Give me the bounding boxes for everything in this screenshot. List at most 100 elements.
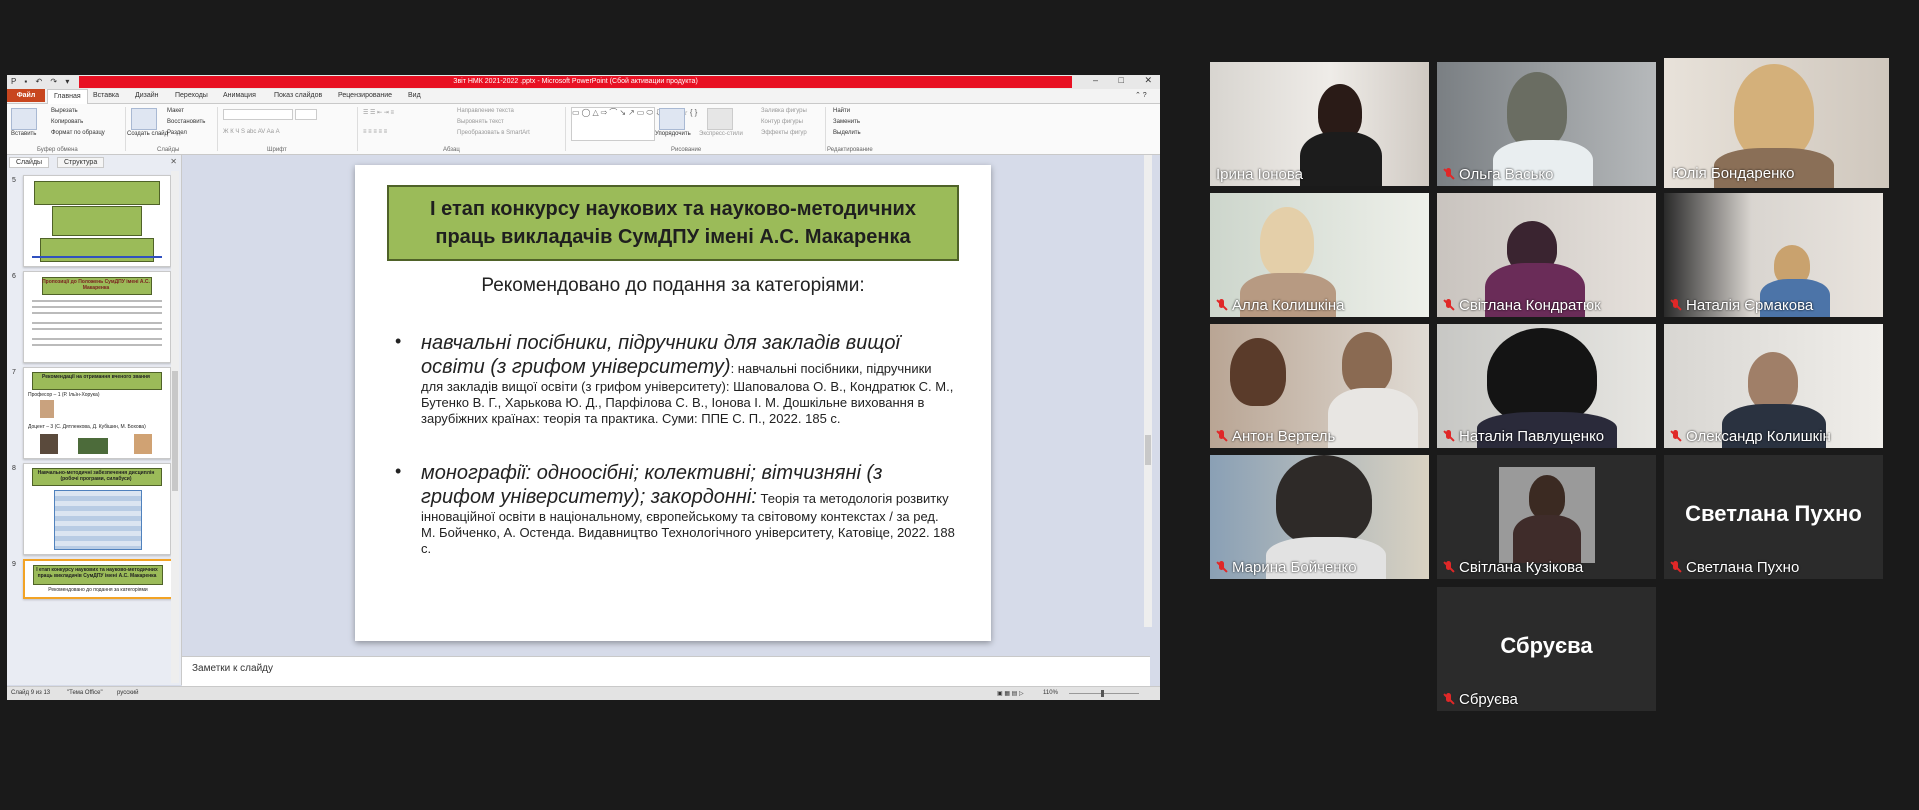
group-divider xyxy=(357,107,358,151)
tab-animation[interactable]: Анимация xyxy=(223,90,256,102)
view-buttons[interactable]: ▣ ▦ ▤ ▷ xyxy=(997,690,1024,697)
powerpoint-window: P ▪ ↶ ↷ ▾ Звіт НМК 2021-2022 .pptx - Mic… xyxy=(7,75,1160,700)
participant-tile[interactable]: Світлана Кузікова xyxy=(1437,455,1656,579)
participant-tile[interactable]: Алла Колишкіна xyxy=(1210,193,1429,317)
thumb-text-line xyxy=(32,338,162,340)
new-slide-icon[interactable] xyxy=(131,108,157,130)
font-size-input[interactable] xyxy=(295,109,317,120)
quick-styles-button[interactable]: Экспресс-стили xyxy=(699,131,743,137)
zoom-level[interactable]: 110% xyxy=(1043,690,1058,696)
arrange-icon[interactable] xyxy=(659,108,685,130)
participant-tile[interactable]: Олександр Колишкін xyxy=(1664,324,1883,448)
slides-scrollbar[interactable] xyxy=(171,171,179,683)
align-text-button[interactable]: Выровнять текст xyxy=(457,119,504,125)
theme-name[interactable]: "Тема Office" xyxy=(67,690,103,696)
shape-outline-button[interactable]: Контур фигуры xyxy=(761,119,803,125)
slide-editor: І етап конкурсу наукових та науково-мето… xyxy=(182,155,1150,641)
thumb-link-line xyxy=(32,256,162,258)
zoom-slider-knob[interactable] xyxy=(1101,690,1104,697)
find-button[interactable]: Найти xyxy=(833,108,850,114)
copy-button[interactable]: Копировать xyxy=(51,119,83,125)
tab-outline[interactable]: Структура xyxy=(57,157,105,168)
participant-tile[interactable]: Ольга Васько xyxy=(1437,62,1656,186)
participant-tile[interactable]: Наталія Павлущенко xyxy=(1437,324,1656,448)
maximize-button[interactable]: □ xyxy=(1119,75,1124,85)
tab-design[interactable]: Дизайн xyxy=(135,90,159,102)
thumb-green-box xyxy=(40,238,154,262)
current-slide[interactable]: І етап конкурсу наукових та науково-мето… xyxy=(355,165,991,641)
quick-styles-icon[interactable] xyxy=(707,108,733,130)
font-format-buttons[interactable]: Ж К Ч S abc AV Aa А xyxy=(223,129,280,135)
minimize-button[interactable]: – xyxy=(1093,75,1098,85)
new-slide-button[interactable]: Создать слайд xyxy=(127,131,168,137)
participant-tile[interactable]: Марина Бойченко xyxy=(1210,455,1429,579)
participant-tile[interactable]: Наталія Єрмакова xyxy=(1664,193,1883,317)
text-direction-button[interactable]: Направление текста xyxy=(457,108,514,114)
participant-tile[interactable]: Антон Вертель xyxy=(1210,324,1429,448)
bullet-monographs[interactable]: • монографії: одноосібні; колективні; ві… xyxy=(395,461,955,557)
tab-view[interactable]: Вид xyxy=(408,90,421,102)
participant-tile[interactable]: Ірина Іонова xyxy=(1210,62,1429,186)
shapes-gallery[interactable]: ▭◯△⇨⌒↘↗▭⬭⇩⇧◇☆{} xyxy=(571,107,697,141)
slides-group-label: Слайды xyxy=(157,147,180,153)
bullet-dot: • xyxy=(395,461,402,481)
slide-subtitle[interactable]: Рекомендовано до подання за категоріями: xyxy=(355,275,991,297)
tab-transitions[interactable]: Переходы xyxy=(175,90,208,102)
group-divider xyxy=(825,107,826,151)
paragraph-group-label: Абзац xyxy=(443,147,460,153)
arrange-button[interactable]: Упорядочить xyxy=(655,131,691,137)
language-indicator[interactable]: русский xyxy=(117,690,139,696)
group-divider xyxy=(217,107,218,151)
slide-thumbnail-7[interactable]: Рекомендації на отримання вченого звання… xyxy=(23,367,171,459)
paste-icon[interactable] xyxy=(11,108,37,130)
notes-pane[interactable]: Заметки к слайду xyxy=(182,656,1150,686)
format-painter-button[interactable]: Формат по образцу xyxy=(51,130,105,136)
close-button[interactable]: ✕ xyxy=(1144,75,1152,85)
editor-scrollbar[interactable] xyxy=(1144,155,1152,627)
help-icon[interactable]: ⌃ ? xyxy=(1135,90,1147,102)
layout-button[interactable]: Макет xyxy=(167,108,184,114)
close-icon[interactable]: ✕ xyxy=(170,157,177,166)
window-controls[interactable]: – □ ✕ xyxy=(1093,75,1152,86)
section-button[interactable]: Раздел xyxy=(167,130,187,136)
zoom-slider[interactable] xyxy=(1069,693,1139,694)
pane-tabs: Слайды Структура ✕ xyxy=(9,157,179,169)
thumb-photo xyxy=(40,434,58,454)
participant-tile-active-speaker[interactable]: Юлія Бондаренко xyxy=(1664,58,1889,188)
font-name-input[interactable] xyxy=(223,109,293,120)
paste-button[interactable]: Вставить xyxy=(11,131,36,137)
scrollbar-thumb[interactable] xyxy=(1145,435,1151,465)
slide-thumbnail-9[interactable]: І етап конкурсу наукових та науково-мето… xyxy=(23,559,173,599)
notes-placeholder: Заметки к слайду xyxy=(192,663,273,674)
shape-effects-button[interactable]: Эффекты фигур xyxy=(761,130,807,136)
bullet-textbooks[interactable]: • навчальні посібники, підручники для за… xyxy=(395,331,955,427)
participant-tile[interactable]: Світлана Кондратюк xyxy=(1437,193,1656,317)
tab-review[interactable]: Рецензирование xyxy=(338,90,392,102)
participant-tile[interactable]: Сбруєва Сбруєва xyxy=(1437,587,1656,711)
slide-thumbnail-6[interactable]: Пропозиції до Положень СумДПУ імені А.С.… xyxy=(23,271,171,363)
slide-thumbnail-8[interactable]: Навчально-методичні забезпечення дисципл… xyxy=(23,463,171,555)
tab-file[interactable]: Файл xyxy=(7,89,45,102)
participant-figure xyxy=(1328,388,1418,448)
thumb-green-box xyxy=(34,181,160,205)
participant-tile[interactable]: Светлана Пухно Светлана Пухно xyxy=(1664,455,1883,579)
slide-counter: Слайд 9 из 13 xyxy=(11,690,51,696)
tab-home[interactable]: Главная xyxy=(47,89,88,104)
quick-access-toolbar[interactable]: P ▪ ↶ ↷ ▾ xyxy=(11,77,72,86)
scrollbar-thumb[interactable] xyxy=(172,371,178,491)
tab-slideshow[interactable]: Показ слайдов xyxy=(274,90,322,102)
shape-fill-button[interactable]: Заливка фигуры xyxy=(761,108,807,114)
replace-button[interactable]: Заменить xyxy=(833,119,860,125)
thumb-line: Доцент – 3 (С. Дятленкова, Д. Кубішин, М… xyxy=(28,424,146,430)
tab-slides[interactable]: Слайды xyxy=(9,157,50,168)
muted-mic-icon xyxy=(1443,561,1455,573)
tab-insert[interactable]: Вставка xyxy=(93,90,119,102)
slide-thumbnail-5[interactable] xyxy=(23,175,171,267)
smartart-button[interactable]: Преобразовать в SmartArt xyxy=(457,130,530,136)
select-button[interactable]: Выделить xyxy=(833,130,861,136)
reset-button[interactable]: Восстановить xyxy=(167,119,205,125)
list-buttons[interactable]: ☰ ☰ ⇤ ⇥ ≡ xyxy=(363,109,394,116)
slide-title[interactable]: І етап конкурсу наукових та науково-мето… xyxy=(387,185,959,261)
cut-button[interactable]: Вырезать xyxy=(51,108,78,114)
align-buttons[interactable]: ≡ ≡ ≡ ≡ ≡ xyxy=(363,129,387,135)
